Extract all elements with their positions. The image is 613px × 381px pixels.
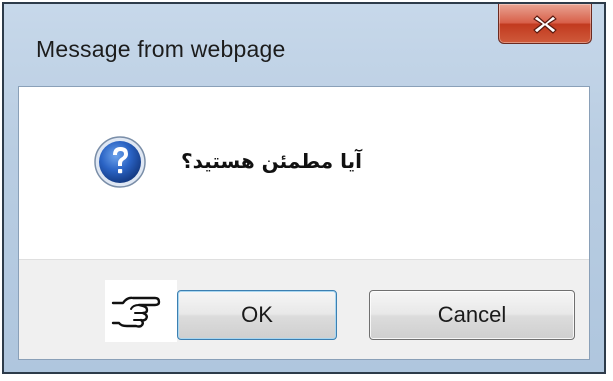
- close-button[interactable]: [498, 4, 592, 44]
- ok-button[interactable]: OK: [177, 290, 337, 340]
- message-dialog: Message from webpage آیا مطمئن هستید؟ OK…: [2, 2, 606, 374]
- button-area: OK Cancel: [19, 259, 589, 359]
- pointing-hand-icon: [105, 280, 177, 342]
- message-text: آیا مطمئن هستید؟: [181, 149, 362, 173]
- dialog-title: Message from webpage: [36, 36, 286, 62]
- close-icon: [532, 13, 558, 35]
- dialog-body: آیا مطمئن هستید؟ OK Cancel: [18, 86, 590, 360]
- question-icon: [93, 135, 147, 189]
- title-bar[interactable]: Message from webpage: [4, 4, 604, 86]
- page: Message from webpage آیا مطمئن هستید؟ OK…: [0, 0, 613, 381]
- message-area: آیا مطمئن هستید؟: [19, 87, 589, 259]
- cancel-button[interactable]: Cancel: [369, 290, 575, 340]
